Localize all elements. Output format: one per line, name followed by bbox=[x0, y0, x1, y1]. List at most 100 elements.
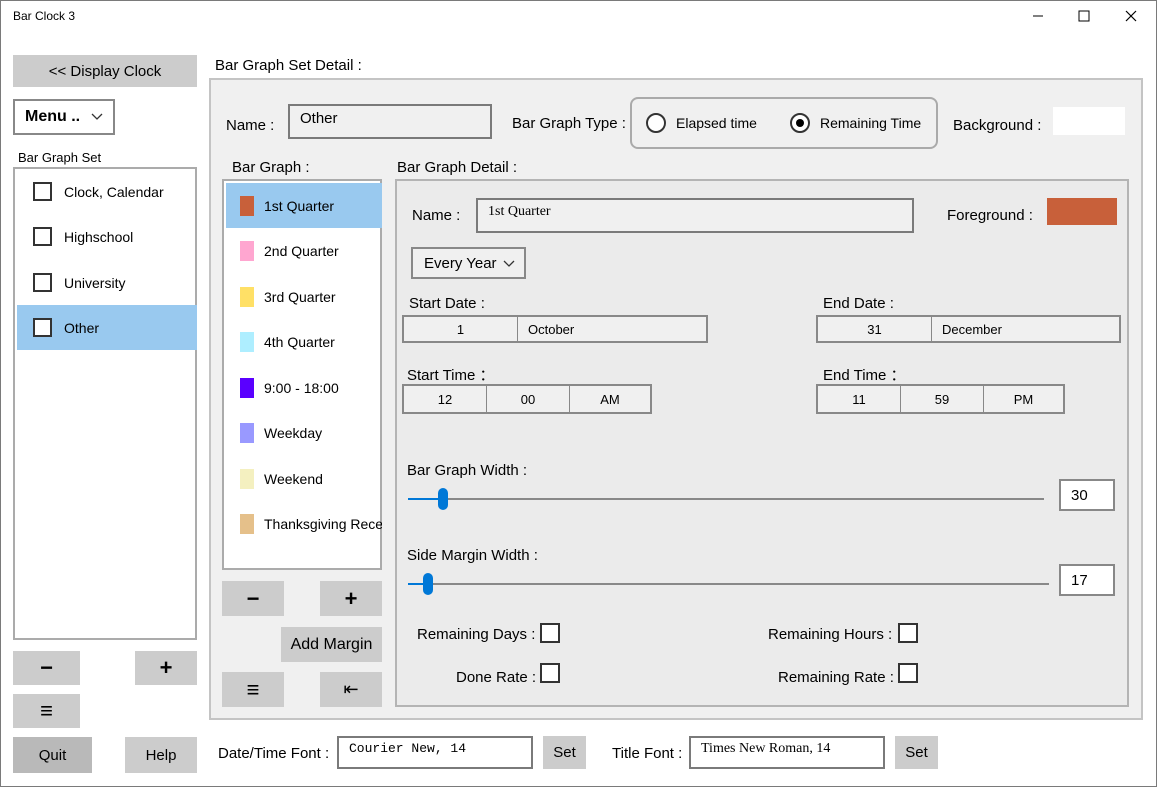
list-item[interactable]: Weekend bbox=[226, 456, 382, 501]
end-time-picker[interactable]: 11 59 PM bbox=[816, 384, 1065, 414]
end-day[interactable]: 31 bbox=[818, 317, 932, 341]
background-color-swatch[interactable] bbox=[1053, 107, 1125, 135]
list-item[interactable]: University bbox=[17, 260, 197, 305]
set-item-label: Other bbox=[64, 319, 100, 336]
help-button[interactable]: Help bbox=[125, 737, 197, 773]
end-ampm[interactable]: PM bbox=[984, 386, 1063, 412]
list-item[interactable]: Highschool bbox=[17, 214, 197, 259]
end-date-picker[interactable]: 31 December bbox=[816, 315, 1121, 343]
minimize-button[interactable] bbox=[1015, 0, 1061, 32]
datetime-font-input[interactable]: Courier New, 14 bbox=[337, 736, 533, 769]
chevron-down-icon bbox=[503, 260, 515, 267]
side-margin-width-track[interactable] bbox=[408, 583, 1049, 585]
chevron-down-icon bbox=[91, 113, 103, 120]
list-item[interactable]: Weekday bbox=[226, 410, 382, 455]
set-checkbox[interactable] bbox=[33, 273, 52, 292]
list-item[interactable]: 2nd Quarter bbox=[226, 228, 382, 273]
reorder-bar-graphs-button[interactable]: ≡ bbox=[222, 672, 284, 707]
bar-graph-set-label: Bar Graph Set bbox=[18, 150, 102, 165]
bar-graph-item-label: Thanksgiving Recess bbox=[264, 515, 382, 532]
set-datetime-font-button[interactable]: Set bbox=[543, 736, 586, 769]
start-time-picker[interactable]: 12 00 AM bbox=[402, 384, 652, 414]
start-month[interactable]: October bbox=[518, 317, 706, 341]
set-checkbox[interactable] bbox=[33, 227, 52, 246]
add-set-button[interactable]: + bbox=[135, 651, 197, 685]
add-margin-button[interactable]: Add Margin bbox=[281, 627, 382, 662]
set-title-font-button[interactable]: Set bbox=[895, 736, 938, 769]
foreground-label: Foreground : bbox=[947, 207, 1033, 224]
set-name-input[interactable]: Other bbox=[288, 104, 492, 139]
quit-button[interactable]: Quit bbox=[13, 737, 92, 773]
start-date-label: Start Date : bbox=[409, 295, 485, 312]
bar-graph-width-value[interactable]: 30 bbox=[1059, 479, 1115, 511]
remaining-rate-checkbox[interactable] bbox=[898, 663, 918, 683]
bar-graph-item-label: 1st Quarter bbox=[264, 197, 335, 214]
list-icon: ≡ bbox=[40, 698, 53, 723]
bar-graph-item-label: 4th Quarter bbox=[264, 333, 335, 350]
elapsed-time-radio[interactable]: Elapsed time bbox=[646, 113, 757, 133]
start-ampm[interactable]: AM bbox=[570, 386, 650, 412]
bar-graph-width-track[interactable] bbox=[408, 498, 1044, 500]
maximize-button[interactable] bbox=[1061, 0, 1107, 32]
end-month[interactable]: December bbox=[932, 317, 1119, 341]
section-title: Bar Graph Set Detail : bbox=[215, 57, 362, 74]
bar-graph-width-slider-thumb[interactable] bbox=[438, 488, 448, 510]
set-item-label: Highschool bbox=[64, 228, 134, 245]
list-item[interactable]: Clock, Calendar bbox=[17, 169, 197, 214]
start-date-picker[interactable]: 1 October bbox=[402, 315, 708, 343]
color-swatch bbox=[240, 513, 254, 534]
display-clock-button[interactable]: << Display Clock bbox=[13, 55, 197, 87]
window-title: Bar Clock 3 bbox=[13, 9, 76, 23]
set-checkbox[interactable] bbox=[33, 318, 52, 337]
menu-dropdown[interactable]: Menu .. bbox=[13, 99, 115, 135]
move-to-start-icon: ⇤ bbox=[343, 679, 359, 699]
title-font-input[interactable]: Times New Roman, 14 bbox=[689, 736, 885, 769]
end-hour[interactable]: 11 bbox=[818, 386, 901, 412]
remaining-hours-checkbox[interactable] bbox=[898, 623, 918, 643]
remaining-time-radio[interactable]: Remaining Time bbox=[790, 113, 921, 133]
set-checkbox[interactable] bbox=[33, 182, 52, 201]
side-margin-width-slider-thumb[interactable] bbox=[423, 573, 433, 595]
bar-graph-item-label: 3rd Quarter bbox=[264, 288, 336, 305]
foreground-color-swatch[interactable] bbox=[1047, 198, 1117, 225]
list-item[interactable]: 4th Quarter bbox=[226, 319, 382, 364]
minimize-icon bbox=[1033, 15, 1043, 17]
done-rate-checkbox[interactable] bbox=[540, 663, 560, 683]
add-bar-graph-button[interactable]: + bbox=[320, 581, 382, 616]
repeat-dropdown[interactable]: Every Year bbox=[411, 247, 526, 279]
close-button[interactable] bbox=[1108, 0, 1154, 32]
list-item[interactable]: 3rd Quarter bbox=[226, 274, 382, 319]
graph-name-input[interactable]: 1st Quarter bbox=[476, 198, 914, 233]
graph-name-label: Name : bbox=[412, 207, 461, 224]
move-to-start-button[interactable]: ⇤ bbox=[320, 672, 382, 707]
start-day[interactable]: 1 bbox=[404, 317, 518, 341]
list-item-selected[interactable]: 1st Quarter bbox=[226, 183, 382, 228]
side-margin-width-value[interactable]: 17 bbox=[1059, 564, 1115, 596]
start-minute[interactable]: 00 bbox=[487, 386, 570, 412]
bar-graph-width-fill bbox=[408, 498, 442, 500]
list-item[interactable]: Thanksgiving Recess bbox=[226, 501, 382, 546]
bar-graph-item-label: Weekday bbox=[264, 424, 323, 441]
maximize-icon bbox=[1078, 10, 1090, 22]
color-swatch bbox=[240, 240, 254, 261]
close-icon bbox=[1125, 10, 1137, 22]
bar-graph-list[interactable]: 1st Quarter 2nd Quarter 3rd Quarter 4th … bbox=[222, 179, 382, 570]
remaining-time-label: Remaining Time bbox=[820, 115, 922, 131]
remove-bar-graph-button[interactable]: − bbox=[222, 581, 284, 616]
repeat-dropdown-label: Every Year bbox=[424, 254, 497, 272]
color-swatch bbox=[240, 468, 254, 489]
menu-dropdown-label: Menu .. bbox=[25, 108, 81, 125]
set-item-label: University bbox=[64, 274, 126, 291]
bar-graph-detail-title: Bar Graph Detail : bbox=[397, 159, 518, 176]
remaining-days-checkbox[interactable] bbox=[540, 623, 560, 643]
bar-graph-set-list[interactable]: Clock, Calendar Highschool University Ot… bbox=[13, 167, 197, 640]
end-minute[interactable]: 59 bbox=[901, 386, 984, 412]
background-label: Background : bbox=[953, 117, 1042, 134]
bar-graph-item-label: 2nd Quarter bbox=[264, 242, 339, 259]
list-item[interactable]: 9:00 - 18:00 bbox=[226, 365, 382, 410]
color-swatch bbox=[240, 377, 254, 398]
remove-set-button[interactable]: − bbox=[13, 651, 80, 685]
list-item-selected[interactable]: Other bbox=[17, 305, 197, 350]
start-hour[interactable]: 12 bbox=[404, 386, 487, 412]
reorder-sets-button[interactable]: ≡ bbox=[13, 694, 80, 728]
